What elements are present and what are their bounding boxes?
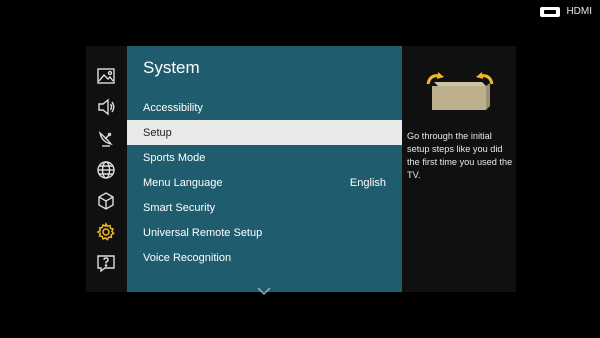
menu-item-label: Voice Recognition [143, 251, 232, 264]
menu-item-label: Universal Remote Setup [143, 226, 263, 239]
smart-hub-icon[interactable] [96, 191, 116, 211]
menu-item-setup[interactable]: Setup [127, 120, 402, 145]
menu-item-value: English [349, 176, 386, 189]
broadcasting-icon[interactable] [96, 128, 116, 148]
support-icon[interactable] [96, 253, 116, 273]
menu-item-universal-remote-setup[interactable]: Universal Remote Setup [127, 220, 402, 245]
menu-item-sports-mode[interactable]: Sports Mode [127, 145, 402, 170]
settings-sidebar [86, 46, 127, 292]
menu-item-voice-recognition[interactable]: Voice Recognition [127, 245, 402, 270]
info-description: Go through the initial setup steps like … [407, 131, 513, 180]
hdmi-icon [540, 6, 561, 17]
input-source-indicator: HDMI [540, 6, 592, 17]
menu-item-label: Setup [143, 126, 172, 139]
info-panel: Go through the initial setup steps like … [402, 46, 516, 292]
menu-title: System [143, 58, 200, 77]
network-icon[interactable] [96, 160, 116, 180]
sound-icon[interactable] [96, 97, 116, 117]
picture-icon[interactable] [96, 66, 116, 86]
setup-box-illustration [420, 68, 500, 112]
chevron-down-icon[interactable] [257, 282, 271, 295]
menu-item-smart-security[interactable]: Smart Security [127, 195, 402, 220]
system-menu: System Accessibility Setup Sports Mode M… [127, 46, 402, 295]
system-gear-icon[interactable] [96, 222, 116, 242]
input-source-label: HDMI [566, 6, 592, 17]
menu-item-label: Sports Mode [143, 151, 206, 164]
menu-item-menu-language[interactable]: Menu Language English [127, 170, 402, 195]
menu-item-label: Smart Security [143, 201, 216, 214]
menu-item-label: Menu Language [143, 176, 223, 189]
menu-item-label: Accessibility [143, 101, 203, 114]
menu-item-accessibility[interactable]: Accessibility [127, 95, 402, 120]
